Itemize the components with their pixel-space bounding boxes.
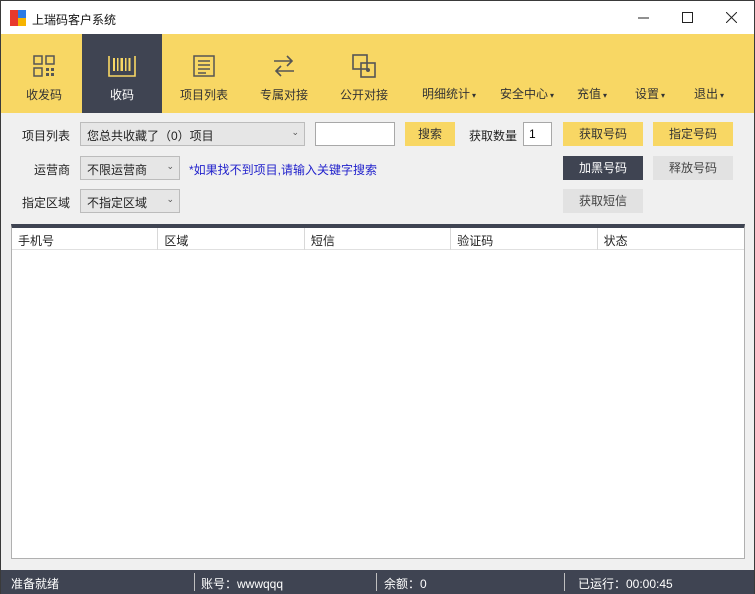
blacklist-number-button[interactable]: 加黑号码	[563, 156, 643, 180]
get-sms-button[interactable]: 获取短信	[563, 189, 643, 213]
menu-security-center[interactable]: 安全中心 ▾	[500, 85, 554, 102]
chevron-down-icon: ▾	[603, 91, 608, 100]
tool-label: 专属对接	[259, 88, 308, 102]
menu-label: 充值	[577, 87, 602, 101]
search-button[interactable]: 搜索	[405, 122, 455, 146]
column-header-region[interactable]: 区域	[158, 228, 305, 250]
maximize-button[interactable]	[665, 1, 709, 34]
minimize-icon	[637, 17, 649, 19]
chevron-down-icon: ⌄	[166, 194, 174, 204]
tool-label: 收码	[109, 88, 134, 102]
menu-label: 退出	[694, 87, 719, 101]
tool-label: 项目列表	[179, 88, 228, 102]
chevron-down-icon: ⌄	[166, 161, 174, 171]
menu-label: 明细统计	[422, 87, 471, 101]
carrier-select[interactable]: 不限运营商 ⌄	[80, 156, 180, 180]
status-divider	[564, 573, 565, 591]
tool-receive-code[interactable]: 收码	[82, 34, 162, 113]
maximize-icon	[681, 12, 693, 23]
chevron-down-icon: ▾	[720, 91, 725, 100]
app-logo-icon	[10, 10, 26, 26]
fetch-count-input[interactable]	[523, 122, 552, 146]
runtime-text: 已运行：00:00:45	[578, 577, 673, 591]
project-select-value: 您总共收藏了（0）项目	[87, 129, 214, 143]
search-hint: *如果找不到项目,请输入关键字搜索	[189, 163, 378, 177]
carrier-label: 运营商	[34, 163, 71, 177]
chevron-down-icon: ▾	[661, 91, 666, 100]
search-input[interactable]	[315, 122, 395, 146]
menu-exit[interactable]: 退出 ▾	[694, 85, 724, 102]
tool-public-connect[interactable]: 公开对接	[324, 34, 404, 113]
menu-label: 安全中心	[500, 87, 549, 101]
release-number-button[interactable]: 释放号码	[653, 156, 733, 180]
tool-exclusive-connect[interactable]: 专属对接	[244, 34, 324, 113]
chevron-down-icon: ▾	[472, 91, 477, 100]
column-header-status[interactable]: 状态	[598, 228, 744, 250]
fetch-count-label: 获取数量	[469, 129, 518, 143]
balance-text: 余额：0	[384, 577, 427, 591]
get-number-button[interactable]: 获取号码	[563, 122, 643, 146]
status-text: 准备就绪	[11, 577, 60, 591]
close-icon	[725, 12, 737, 23]
list-icon	[190, 52, 218, 80]
tool-send-receive[interactable]: 收发码	[4, 34, 84, 113]
tool-project-list[interactable]: 项目列表	[164, 34, 244, 113]
swap-arrows-icon	[270, 52, 298, 80]
project-list-label: 项目列表	[22, 129, 71, 143]
tool-label: 公开对接	[339, 88, 388, 102]
window-title: 上瑞码客户系统	[32, 13, 117, 27]
menu-statistics[interactable]: 明细统计 ▾	[422, 85, 476, 102]
menu-recharge[interactable]: 充值 ▾	[577, 85, 607, 102]
app-window: 上瑞码客户系统 收发码 收码 项目列表 专属对接 公开对接 明细统计 ▾ 安全中…	[0, 0, 755, 594]
tool-label: 收发码	[25, 88, 62, 102]
status-bar: 准备就绪 账号：wwwqqq 余额：0 已运行：00:00:45	[1, 570, 754, 594]
link-box-icon	[350, 52, 378, 80]
carrier-select-value: 不限运营商	[87, 163, 148, 177]
status-divider	[376, 573, 377, 591]
status-divider	[194, 573, 195, 591]
column-header-sms[interactable]: 短信	[305, 228, 452, 250]
barcode-icon	[108, 52, 136, 80]
project-select[interactable]: 您总共收藏了（0）项目 ⌄	[80, 122, 305, 146]
region-select[interactable]: 不指定区域 ⌄	[80, 189, 180, 213]
table-header: 手机号 区域 短信 验证码 状态	[12, 228, 744, 250]
chevron-down-icon: ⌄	[291, 127, 299, 137]
main-toolbar: 收发码 收码 项目列表 专属对接 公开对接 明细统计 ▾ 安全中心 ▾ 充值 ▾…	[1, 34, 754, 113]
region-select-value: 不指定区域	[87, 196, 148, 210]
menu-label: 设置	[635, 87, 660, 101]
title-bar: 上瑞码客户系统	[1, 1, 754, 34]
column-header-phone[interactable]: 手机号	[12, 228, 159, 250]
menu-settings[interactable]: 设置 ▾	[635, 85, 665, 102]
qr-icon	[30, 52, 58, 80]
close-button[interactable]	[709, 1, 753, 34]
region-label: 指定区域	[22, 196, 71, 210]
column-header-code[interactable]: 验证码	[451, 228, 598, 250]
minimize-button[interactable]	[621, 1, 665, 34]
numbers-table[interactable]: 手机号 区域 短信 验证码 状态	[11, 224, 745, 559]
specify-number-button[interactable]: 指定号码	[653, 122, 733, 146]
account-text: 账号：wwwqqq	[201, 577, 284, 591]
chevron-down-icon: ▾	[550, 91, 555, 100]
